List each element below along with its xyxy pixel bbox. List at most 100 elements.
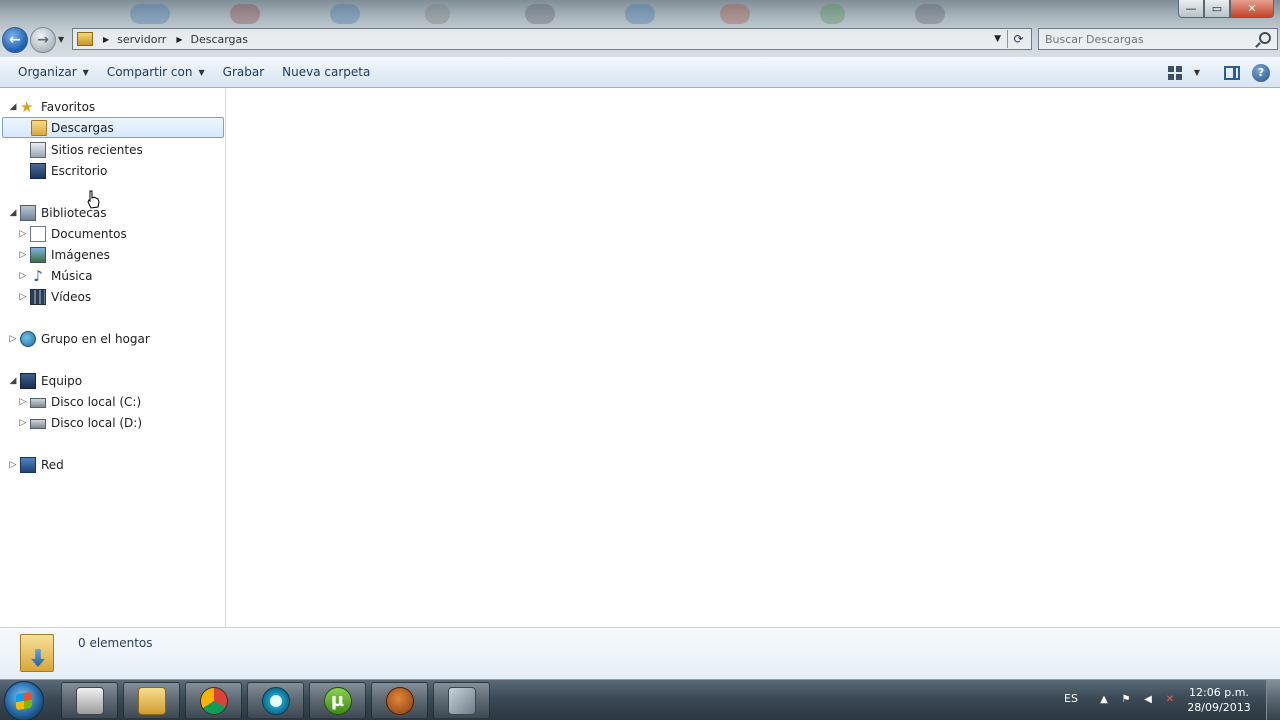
- expand-arrow-icon[interactable]: ▷: [18, 250, 28, 260]
- expand-arrow-icon[interactable]: ▷: [8, 460, 18, 470]
- expand-arrow-icon[interactable]: ▷: [18, 292, 28, 302]
- hard-disk-icon: [30, 419, 46, 429]
- taskbar-app-chrome[interactable]: [185, 682, 242, 719]
- change-view-button[interactable]: [1167, 65, 1182, 80]
- nav-item-label: Imágenes: [51, 247, 110, 262]
- file-list-area[interactable]: [227, 88, 1280, 627]
- nav-item-escritorio[interactable]: Escritorio: [0, 160, 224, 181]
- help-button[interactable]: ?: [1252, 63, 1270, 82]
- breadcrumb-descargas[interactable]: Descargas: [190, 33, 248, 46]
- expand-arrow-icon[interactable]: ▷: [18, 229, 28, 239]
- share-button[interactable]: Compartir con ▼: [98, 57, 214, 87]
- organize-label: Organizar: [18, 65, 77, 79]
- search-icon[interactable]: [1259, 32, 1271, 44]
- nav-item-imagenes[interactable]: ▷ Imágenes: [0, 244, 224, 265]
- nav-favorites-label: Favoritos: [41, 99, 96, 114]
- recent-pages-dropdown[interactable]: ▼: [58, 35, 64, 44]
- expand-arrow-icon[interactable]: ▷: [18, 271, 28, 281]
- view-options-dropdown[interactable]: ▼: [1194, 68, 1200, 77]
- clock-icon: [261, 686, 290, 715]
- nav-item-label: Disco local (C:): [51, 394, 142, 409]
- system-tray: ES ▲ ⚑ ◀ ✕ 12:06 p.m. 28/09/2013: [1050, 680, 1280, 720]
- breadcrumb-servidorr[interactable]: servidorr: [117, 33, 166, 46]
- maximize-button[interactable]: ▭: [1204, 0, 1230, 18]
- clock[interactable]: 12:06 p.m. 28/09/2013: [1184, 685, 1254, 715]
- taskbar: µ ES ▲ ⚑ ◀ ✕ 12:06 p.m. 28/09/2013: [0, 679, 1280, 720]
- organize-button[interactable]: Organizar ▼: [9, 57, 98, 87]
- videos-icon: [30, 288, 46, 305]
- share-label: Compartir con: [106, 65, 193, 79]
- nav-item-label: Descargas: [51, 120, 114, 135]
- expand-arrow-icon[interactable]: ▷: [18, 397, 28, 407]
- volume-icon[interactable]: ◀: [1142, 694, 1154, 706]
- arrow-left-icon: ←: [9, 32, 21, 48]
- nav-item-musica[interactable]: ▷ ♪ Música: [0, 265, 224, 286]
- refresh-button[interactable]: ⟳: [1007, 30, 1029, 48]
- hard-disk-icon: [30, 398, 46, 408]
- network-disconnected-icon[interactable]: ✕: [1164, 694, 1176, 706]
- documents-icon: [30, 225, 46, 242]
- chrome-icon: [199, 686, 228, 715]
- action-center-icon[interactable]: ⚑: [1120, 694, 1132, 706]
- taskbar-app-tools[interactable]: [433, 682, 490, 719]
- nav-computer[interactable]: ◢ Equipo: [0, 370, 224, 391]
- nav-item-label: Escritorio: [51, 163, 108, 178]
- minimize-button[interactable]: —: [1178, 0, 1204, 18]
- taskbar-app-utorrent[interactable]: µ: [309, 682, 366, 719]
- taskbar-app-explorer[interactable]: [123, 682, 180, 719]
- language-indicator[interactable]: ES: [1064, 692, 1078, 705]
- collapse-arrow-icon[interactable]: ◢: [8, 208, 18, 218]
- nav-item-documentos[interactable]: ▷ Documentos: [0, 223, 224, 244]
- folder-icon: [77, 32, 93, 46]
- title-bar: — ▭ ✕ ← → ▼ ▶ servidorr ▶ Descargas ▼ ⟳: [0, 0, 1280, 57]
- nav-network-label: Red: [41, 457, 64, 472]
- details-pane: 0 elementos: [0, 627, 1280, 679]
- desktop-icon: [30, 162, 46, 179]
- address-dropdown-icon[interactable]: ▼: [994, 34, 1001, 44]
- nav-item-sitios-recientes[interactable]: Sitios recientes: [0, 139, 224, 160]
- tools-icon: [447, 686, 476, 715]
- search-box[interactable]: [1038, 28, 1278, 50]
- collapse-arrow-icon[interactable]: ◢: [8, 102, 18, 112]
- nav-homegroup[interactable]: ▷ Grupo en el hogar: [0, 328, 224, 349]
- window-controls: — ▭ ✕: [1178, 0, 1274, 18]
- nav-favorites[interactable]: ◢ ★ Favoritos: [0, 96, 224, 117]
- nav-libraries[interactable]: ◢ Bibliotecas: [0, 202, 224, 223]
- nav-item-disk-c[interactable]: ▷ Disco local (C:): [0, 391, 224, 412]
- downloads-folder-icon: [31, 119, 47, 136]
- computer-icon: [20, 372, 36, 389]
- taskbar-app-clock[interactable]: [247, 682, 304, 719]
- chevron-right-icon[interactable]: ▶: [176, 35, 182, 44]
- search-input[interactable]: [1045, 32, 1245, 46]
- taskbar-app-glove[interactable]: [371, 682, 428, 719]
- item-count: 0 elementos: [78, 636, 153, 650]
- nav-item-videos[interactable]: ▷ Vídeos: [0, 286, 224, 307]
- nav-item-label: Vídeos: [51, 289, 92, 304]
- taskbar-app-media-player[interactable]: [61, 682, 118, 719]
- expand-arrow-icon[interactable]: ▷: [8, 334, 18, 344]
- nav-network[interactable]: ▷ Red: [0, 454, 224, 475]
- explorer-icon: [137, 686, 166, 715]
- nav-item-label: Disco local (D:): [51, 415, 143, 430]
- show-hidden-icons-icon[interactable]: ▲: [1098, 694, 1110, 706]
- recent-places-icon: [30, 141, 46, 158]
- preview-pane-button[interactable]: [1224, 65, 1240, 80]
- nav-item-disk-d[interactable]: ▷ Disco local (D:): [0, 412, 224, 433]
- nav-item-descargas[interactable]: Descargas: [2, 117, 224, 138]
- forward-button[interactable]: →: [30, 27, 56, 53]
- back-button[interactable]: ←: [2, 27, 28, 53]
- chevron-right-icon[interactable]: ▶: [103, 35, 109, 44]
- address-bar[interactable]: ▶ servidorr ▶ Descargas ▼ ⟳: [72, 28, 1032, 50]
- hand-cursor-icon: [87, 190, 100, 209]
- chevron-down-icon: ▼: [82, 67, 89, 77]
- close-button[interactable]: ✕: [1230, 0, 1274, 18]
- collapse-arrow-icon[interactable]: ◢: [8, 376, 18, 386]
- clock-date: 28/09/2013: [1187, 701, 1251, 714]
- expand-arrow-icon[interactable]: ▷: [18, 418, 28, 428]
- navigation-pane: ◢ ★ Favoritos Descargas Sitios recientes…: [0, 88, 226, 627]
- burn-button[interactable]: Grabar: [214, 57, 274, 87]
- show-desktop-button[interactable]: [1266, 680, 1280, 720]
- start-button[interactable]: [4, 681, 44, 720]
- nav-item-label: Documentos: [51, 226, 127, 241]
- new-folder-button[interactable]: Nueva carpeta: [273, 57, 379, 87]
